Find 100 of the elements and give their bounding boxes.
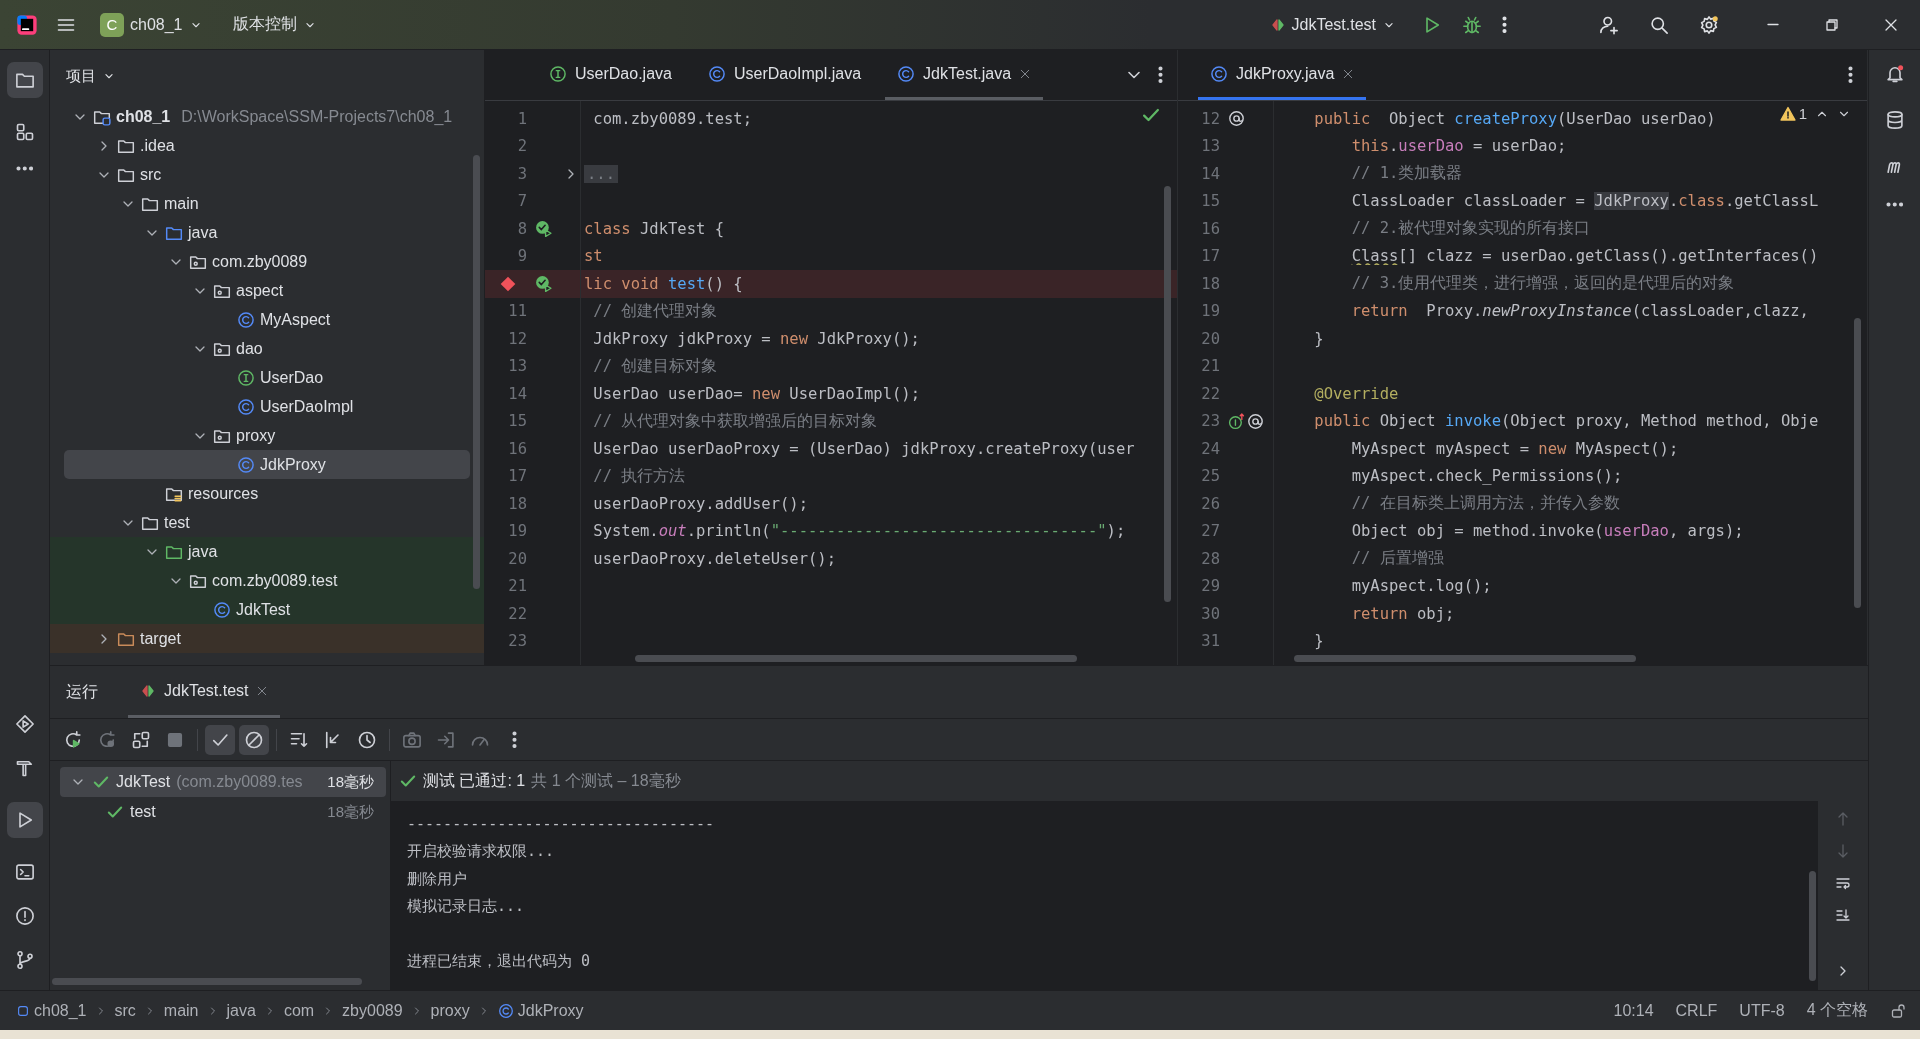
implementation-icon[interactable] xyxy=(1247,412,1264,430)
search-icon[interactable] xyxy=(1649,14,1669,35)
breadcrumb[interactable]: ch08_1 xyxy=(16,1001,87,1020)
database-icon[interactable] xyxy=(1884,110,1905,130)
scrollbar-thumb[interactable] xyxy=(1164,186,1171,602)
run-test-icon[interactable] xyxy=(535,275,552,293)
scrollbar-thumb[interactable] xyxy=(1809,871,1816,981)
tree-item[interactable]: dao xyxy=(64,334,470,363)
tree-item[interactable]: java xyxy=(64,218,470,247)
code-line: UserDao userDao= new UserDaoImpl(); xyxy=(592,384,920,403)
tree-item[interactable]: .idea xyxy=(64,131,470,160)
more-icon xyxy=(511,730,517,749)
run-test-icon[interactable] xyxy=(535,220,552,238)
problems-icon[interactable] xyxy=(14,906,35,926)
run-configuration[interactable]: JdkTest.test xyxy=(1263,11,1402,38)
tree-item[interactable]: test xyxy=(64,508,470,537)
code-line: // 执行方法 xyxy=(592,466,686,485)
test-duration: 18毫秒 xyxy=(327,802,375,822)
test-item[interactable]: JdkTest (com.zby0089.tes 18毫秒 xyxy=(60,767,386,797)
breakpoint-icon[interactable] xyxy=(499,274,517,293)
tree-item[interactable]: src xyxy=(64,160,470,189)
tree-item[interactable]: com.zby0089 xyxy=(64,247,470,276)
code-line: Class[] clazz = userDao.getClass().getInterfaces() xyxy=(1350,247,1819,266)
scrollbar-thumb[interactable] xyxy=(1294,655,1636,662)
tree-item[interactable]: JdkProxy xyxy=(64,450,470,479)
tree-item[interactable]: proxy xyxy=(64,421,470,450)
code-line: Object obj = method.invoke(userDao, args); xyxy=(1350,522,1744,541)
status-item[interactable]: CRLF xyxy=(1675,1001,1718,1020)
project-selector[interactable]: C ch08_1 xyxy=(94,8,209,41)
more-icon[interactable] xyxy=(1848,66,1853,84)
breadcrumb[interactable]: proxy xyxy=(430,1001,470,1020)
vcs-menu[interactable]: 版本控制 xyxy=(226,10,323,39)
soft-wrap-icon[interactable] xyxy=(1835,875,1851,891)
tree-item[interactable]: aspect xyxy=(64,276,470,305)
line-number: 17 xyxy=(508,467,527,486)
scrollbar-thumb[interactable] xyxy=(1854,318,1861,608)
settings-icon[interactable] xyxy=(1699,14,1719,35)
breadcrumb[interactable]: main xyxy=(163,1001,199,1020)
structure-icon[interactable] xyxy=(14,122,35,142)
breadcrumb[interactable]: com xyxy=(283,1001,315,1020)
code-line: class JdkTest { xyxy=(584,219,724,238)
play-diamond-icon[interactable] xyxy=(14,714,35,734)
tree-item[interactable]: com.zby0089.test xyxy=(50,566,484,595)
unlock-icon[interactable] xyxy=(1890,1002,1906,1019)
add-user-icon[interactable] xyxy=(1599,14,1619,35)
editor-tab[interactable]: JdkTest.java xyxy=(885,50,1044,100)
tree-item[interactable]: ch08_1 D:\WorkSpace\SSM-Projects7\ch08_1 xyxy=(64,102,470,131)
close-icon[interactable] xyxy=(256,684,269,697)
code-line: JdkProxy jdkProxy = new JdkProxy(); xyxy=(592,329,920,348)
tree-item[interactable]: java xyxy=(50,537,484,566)
tree-item[interactable]: MyAspect xyxy=(64,305,470,334)
toolbar-button[interactable] xyxy=(205,724,235,755)
code-line: // 创建目标对象 xyxy=(592,356,718,375)
more-icon[interactable] xyxy=(1502,15,1507,34)
run-tab[interactable]: JdkTest.test xyxy=(128,666,281,718)
terminal-icon[interactable] xyxy=(14,862,35,882)
tree-item[interactable]: UserDao xyxy=(64,363,470,392)
logo-icon[interactable] xyxy=(16,13,38,36)
notification-icon[interactable] xyxy=(1884,64,1905,84)
status-item[interactable]: UTF-8 xyxy=(1739,1001,1785,1020)
implementation-icon[interactable] xyxy=(1228,110,1245,128)
code-line: return Proxy.newProxyInstance(classLoader,clazz, xyxy=(1350,302,1809,321)
test-item[interactable]: test 18毫秒 xyxy=(50,797,386,827)
breadcrumb[interactable]: JdkProxy xyxy=(497,1001,584,1020)
breadcrumb[interactable]: java xyxy=(226,1001,256,1020)
close-icon[interactable] xyxy=(1019,67,1032,80)
test-count: 共 1 个测试 – 18毫秒 xyxy=(531,770,681,791)
scrollbar-thumb[interactable] xyxy=(635,655,1077,662)
project-view-selector[interactable]: 项目 xyxy=(60,62,122,90)
code-line: } xyxy=(1313,632,1324,651)
editor-tab[interactable]: JdkProxy.java xyxy=(1198,50,1367,100)
line-number: 20 xyxy=(1201,329,1220,348)
code-line: // 创建代理对象 xyxy=(592,301,718,320)
more-icon[interactable] xyxy=(1885,202,1904,207)
breadcrumb[interactable]: zby0089 xyxy=(342,1001,403,1020)
branch-icon[interactable] xyxy=(14,950,35,970)
scroll-to-end-icon[interactable] xyxy=(1835,907,1851,923)
more-icon[interactable] xyxy=(15,166,34,171)
hammer-icon[interactable] xyxy=(14,758,35,778)
scrollbar-thumb[interactable] xyxy=(52,978,362,985)
editor-tab[interactable]: UserDaoImpl.java xyxy=(695,50,874,100)
class-icon xyxy=(237,455,255,474)
scrollbar-thumb[interactable] xyxy=(473,155,480,589)
bug-icon[interactable] xyxy=(1462,14,1482,35)
tree-item[interactable]: resources xyxy=(64,479,470,508)
more-icon[interactable] xyxy=(1158,66,1163,84)
tree-item[interactable]: target xyxy=(50,624,484,653)
editor-tab[interactable]: UserDao.java xyxy=(537,50,684,100)
tree-item[interactable]: JdkTest xyxy=(50,595,484,624)
override-icon[interactable] xyxy=(1228,412,1245,430)
close-icon[interactable] xyxy=(1342,67,1355,80)
status-item[interactable]: 4 个空格 xyxy=(1806,1000,1868,1021)
inspection-widget[interactable]: 1 xyxy=(1779,105,1807,122)
breadcrumb[interactable]: src xyxy=(114,1001,136,1020)
tree-item[interactable]: UserDaoImpl xyxy=(64,392,470,421)
status-item[interactable]: 10:14 xyxy=(1613,1001,1654,1020)
tree-item[interactable]: main xyxy=(64,189,470,218)
project-tool-button[interactable] xyxy=(6,62,43,98)
toolbar-button[interactable] xyxy=(239,724,269,755)
run-tool-button[interactable] xyxy=(6,802,43,838)
